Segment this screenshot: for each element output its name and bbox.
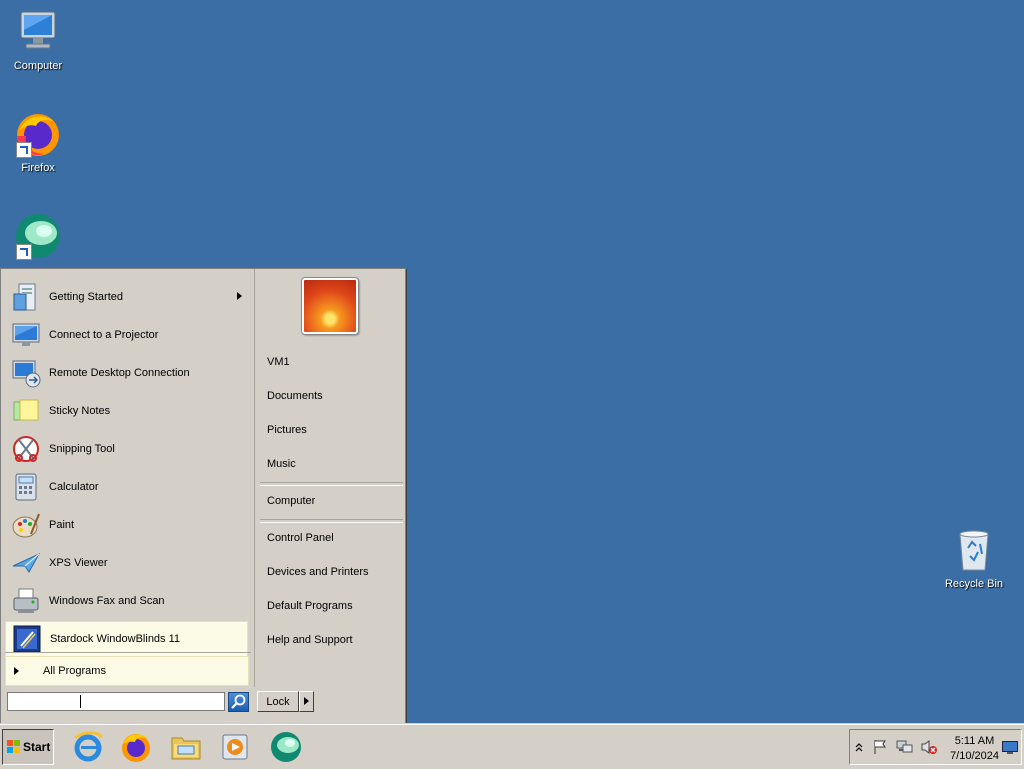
recycle-bin-icon	[950, 526, 998, 574]
all-programs-label: All Programs	[43, 665, 106, 677]
scissors-icon	[11, 434, 41, 464]
firefox-icon[interactable]	[119, 730, 153, 764]
internet-explorer-icon[interactable]	[71, 730, 105, 764]
sticky-notes-icon	[11, 396, 41, 426]
remote-desktop-icon	[11, 358, 41, 388]
desktop-icon-label: Computer	[13, 60, 63, 72]
program-label: Getting Started	[49, 291, 123, 303]
taskbar: Start 5:11 AM 7/10/2024	[0, 724, 1024, 769]
all-programs-button[interactable]: All Programs	[5, 656, 249, 686]
program-label: Stardock WindowBlinds 11	[50, 633, 181, 645]
show-hidden-icons-icon[interactable]	[855, 742, 863, 752]
action-center-flag-icon[interactable]	[872, 739, 888, 755]
app-globe-icon[interactable]	[269, 730, 303, 764]
program-snipping-tool[interactable]: Snipping Tool	[5, 431, 248, 467]
submenu-arrow-icon	[237, 292, 242, 300]
desktop-icon-app[interactable]	[0, 212, 76, 264]
program-label: Snipping Tool	[49, 443, 115, 455]
start-label: Start	[23, 740, 51, 754]
places-help-support[interactable]: Help and Support	[267, 634, 353, 646]
program-fax-scan[interactable]: Windows Fax and Scan	[5, 583, 248, 619]
desktop-icon-label: Firefox	[21, 162, 55, 174]
search-icon	[231, 694, 246, 709]
start-button[interactable]: Start	[2, 729, 54, 765]
places-control-panel[interactable]: Control Panel	[267, 532, 334, 544]
places-divider	[260, 519, 403, 523]
shutdown-options-button[interactable]	[299, 691, 314, 712]
fax-icon	[11, 586, 41, 616]
file-explorer-icon[interactable]	[169, 730, 203, 764]
program-xps-viewer[interactable]: XPS Viewer	[5, 545, 248, 581]
shortcut-arrow-icon	[16, 142, 32, 158]
xps-viewer-icon	[11, 548, 41, 578]
program-sticky-notes[interactable]: Sticky Notes	[5, 393, 248, 429]
places-pictures[interactable]: Pictures	[267, 424, 307, 436]
places-devices-printers[interactable]: Devices and Printers	[267, 566, 369, 578]
windows-logo-icon	[7, 740, 21, 754]
clock-date: 7/10/2024	[950, 750, 999, 762]
calculator-icon	[11, 472, 41, 502]
clock-time: 5:11 AM	[954, 735, 995, 747]
places-divider	[260, 482, 403, 486]
program-label: Windows Fax and Scan	[49, 595, 165, 607]
user-avatar[interactable]	[302, 278, 358, 334]
app-globe-icon	[14, 212, 62, 260]
shortcut-arrow-icon	[16, 244, 32, 260]
paint-palette-icon	[11, 510, 41, 540]
start-menu: Getting Started Connect to a Projector R…	[0, 268, 406, 725]
firefox-icon	[14, 110, 62, 158]
program-connect-projector[interactable]: Connect to a Projector	[5, 317, 248, 353]
desktop-icon-label: Recycle Bin	[944, 578, 1004, 590]
programs-divider	[5, 652, 251, 653]
search-button[interactable]	[228, 692, 249, 712]
media-player-icon[interactable]	[219, 730, 253, 764]
program-calculator[interactable]: Calculator	[5, 469, 248, 505]
all-programs-arrow-icon	[14, 667, 19, 675]
program-label: XPS Viewer	[49, 557, 108, 569]
text-cursor	[80, 695, 81, 708]
places-default-programs[interactable]: Default Programs	[267, 600, 353, 612]
computer-icon	[14, 8, 62, 56]
program-label: Remote Desktop Connection	[49, 367, 190, 379]
getting-started-icon	[11, 282, 41, 312]
places-documents[interactable]: Documents	[267, 390, 323, 402]
places-computer[interactable]: Computer	[267, 495, 315, 507]
start-search-input[interactable]	[7, 692, 225, 711]
desktop-icon-firefox[interactable]: Firefox	[0, 110, 76, 174]
network-icon[interactable]	[896, 739, 914, 755]
volume-muted-icon[interactable]	[921, 739, 937, 755]
desktop-icon-computer[interactable]: Computer	[0, 8, 76, 72]
start-menu-places: VM1 Documents Pictures Music Computer Co…	[254, 269, 405, 687]
program-getting-started[interactable]: Getting Started	[5, 279, 248, 315]
lock-button[interactable]: Lock	[257, 691, 299, 712]
projector-icon	[11, 320, 41, 350]
program-label: Paint	[49, 519, 75, 531]
program-paint[interactable]: Paint	[5, 507, 248, 543]
windowblinds-icon	[12, 624, 42, 654]
program-label: Connect to a Projector	[49, 329, 159, 341]
places-music[interactable]: Music	[267, 458, 296, 470]
program-label: Sticky Notes	[49, 405, 111, 417]
start-menu-programs: Getting Started Connect to a Projector R…	[5, 273, 251, 686]
clock[interactable]: 5:11 AM 7/10/2024	[950, 734, 999, 764]
show-desktop-icon[interactable]	[1002, 741, 1018, 754]
places-user[interactable]: VM1	[267, 356, 290, 368]
program-remote-desktop[interactable]: Remote Desktop Connection	[5, 355, 248, 391]
notification-area: 5:11 AM 7/10/2024	[849, 729, 1022, 765]
program-label: Calculator	[49, 481, 99, 493]
desktop-icon-recycle-bin[interactable]: Recycle Bin	[936, 526, 1012, 590]
